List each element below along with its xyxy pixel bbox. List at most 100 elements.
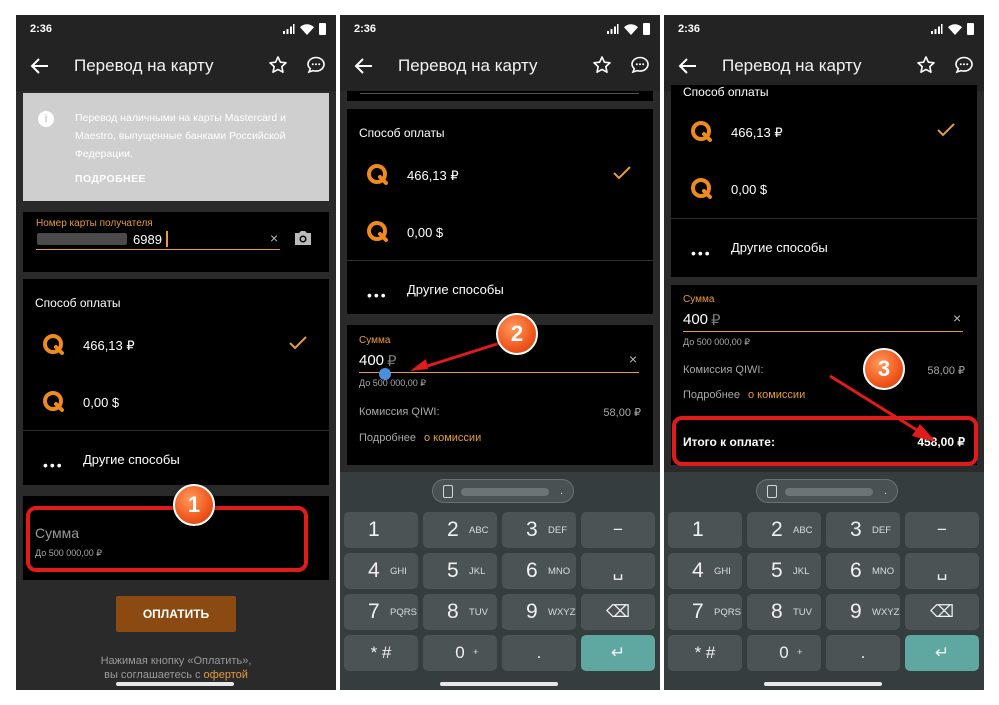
check-icon — [613, 166, 631, 180]
step-badge-2: 2 — [496, 313, 538, 355]
sum-limit: До 500 000,00 ₽ — [359, 378, 426, 388]
clear-icon[interactable]: × — [953, 310, 961, 326]
other-methods-label: Другие способы — [407, 282, 504, 297]
payment-option-usd[interactable]: 0,00 $ — [671, 160, 977, 217]
key-0[interactable]: 1 — [344, 512, 418, 548]
step-badge-3: 3 — [863, 348, 905, 390]
payment-option-rub[interactable]: 466,13 ₽ — [671, 103, 977, 160]
info-text: Перевод наличными на карты Mastercard и … — [75, 112, 287, 160]
key-15[interactable]: ↵ — [905, 635, 979, 671]
key-digit: 1 — [692, 518, 704, 541]
key-10[interactable]: 9 WXYZ — [826, 594, 900, 630]
info-more-link[interactable]: ПОДРОБНЕЕ — [75, 173, 146, 185]
key-9[interactable]: 8 TUV — [423, 594, 497, 630]
clipboard-suggestion[interactable]: . — [432, 479, 574, 503]
key-1[interactable]: 2 ABC — [423, 512, 497, 548]
key-2[interactable]: 3 DEF — [826, 512, 900, 548]
clipboard-dot: . — [559, 485, 563, 497]
payment-option-amount: 466,13 ₽ — [407, 168, 459, 183]
key-0[interactable]: 1 — [668, 512, 742, 548]
other-methods-row[interactable]: ••• Другие способы — [347, 261, 653, 318]
key-13[interactable]: 0 + — [423, 635, 497, 671]
key-5[interactable]: 5 JKL — [423, 553, 497, 589]
key-14[interactable]: . — [826, 635, 900, 671]
key-letters: TUV — [469, 607, 488, 618]
payment-option-rub[interactable]: 466,13 ₽ — [23, 316, 329, 373]
numeric-keyboard: . 1 2 ABC 3 DEF − 4 GHI 5 JKL 6 MNO ␣ 7 PQRS 8 TUV 9 WXYZ ⌫… — [664, 472, 984, 690]
chat-icon[interactable] — [630, 55, 650, 75]
key-7[interactable]: ␣ — [581, 553, 655, 589]
signal-icon — [607, 23, 619, 34]
key-13[interactable]: 0 + — [747, 635, 821, 671]
more-dots-icon: ••• — [367, 287, 388, 303]
key-9[interactable]: 8 TUV — [747, 594, 821, 630]
other-methods-row[interactable]: ••• Другие способы — [23, 431, 329, 488]
key-6[interactable]: 6 MNO — [502, 553, 576, 589]
key-digit: 9 — [526, 600, 538, 623]
key-letters: GHI — [390, 566, 407, 577]
payment-option-amount: 466,13 ₽ — [83, 338, 135, 353]
other-methods-row[interactable]: ••• Другие способы — [671, 219, 977, 276]
status-bar: 2:36 — [16, 15, 336, 41]
key-4[interactable]: 4 GHI — [668, 553, 742, 589]
battery-icon — [319, 23, 326, 35]
key-7[interactable]: ␣ — [905, 553, 979, 589]
key-1[interactable]: 2 ABC — [747, 512, 821, 548]
pay-button[interactable]: ОПЛАТИТЬ — [116, 596, 236, 632]
key-12[interactable]: * # — [668, 635, 742, 671]
wifi-icon — [300, 23, 314, 35]
payment-method-title: Способ оплаты — [35, 296, 121, 310]
sum-input[interactable]: 400 — [683, 311, 708, 328]
key-label: ↵ — [610, 643, 626, 662]
clear-icon[interactable]: × — [629, 351, 637, 367]
key-3[interactable]: − — [905, 512, 979, 548]
clipboard-icon — [767, 485, 777, 498]
payment-option-rub[interactable]: 466,13 ₽ — [347, 146, 653, 203]
back-arrow-icon[interactable] — [354, 56, 374, 76]
payment-option-usd[interactable]: 0,00 $ — [23, 373, 329, 430]
commission-link[interactable]: о комиссии — [424, 432, 481, 444]
key-8[interactable]: 7 PQRS — [668, 594, 742, 630]
key-6[interactable]: 6 MNO — [826, 553, 900, 589]
favorite-star-icon[interactable] — [916, 55, 936, 75]
key-5[interactable]: 5 JKL — [747, 553, 821, 589]
key-letters: MNO — [872, 566, 895, 577]
highlight-box-sum — [26, 506, 308, 572]
key-10[interactable]: 9 WXYZ — [502, 594, 576, 630]
key-label: ↵ — [934, 643, 950, 662]
numeric-keyboard: . 1 2 ABC 3 DEF − 4 GHI 5 JKL 6 MNO ␣ 7 PQRS 8 TUV 9 WXYZ ⌫… — [340, 472, 660, 690]
card-number-section: Номер карты получателя 6989 × — [23, 212, 329, 272]
camera-icon[interactable] — [293, 230, 313, 246]
chat-icon[interactable] — [306, 55, 326, 75]
offer-link[interactable]: офертой — [204, 669, 248, 681]
divider — [360, 93, 639, 94]
clear-icon[interactable]: × — [270, 230, 278, 246]
favorite-star-icon[interactable] — [592, 55, 612, 75]
key-14[interactable]: . — [502, 635, 576, 671]
disclaimer-line2: вы соглашаетесь с офертой — [16, 669, 336, 681]
check-icon — [937, 123, 955, 137]
key-11[interactable]: ⌫ — [905, 594, 979, 630]
key-15[interactable]: ↵ — [581, 635, 655, 671]
key-8[interactable]: 7 PQRS — [344, 594, 418, 630]
key-11[interactable]: ⌫ — [581, 594, 655, 630]
commission-label: Комиссия QIWI: — [683, 364, 764, 376]
key-3[interactable]: − — [581, 512, 655, 548]
payment-option-amount: 0,00 $ — [407, 225, 444, 240]
key-letters: TUV — [793, 607, 812, 618]
chat-icon[interactable] — [954, 55, 974, 75]
favorite-star-icon[interactable] — [268, 55, 288, 75]
key-4[interactable]: 4 GHI — [344, 553, 418, 589]
key-letters: ABC — [469, 525, 489, 536]
back-arrow-icon[interactable] — [678, 56, 698, 76]
payment-option-usd[interactable]: 0,00 $ — [347, 203, 653, 260]
key-2[interactable]: 3 DEF — [502, 512, 576, 548]
clipboard-suggestion[interactable]: . — [756, 479, 898, 503]
key-digit: 4 — [368, 559, 380, 582]
key-12[interactable]: * # — [344, 635, 418, 671]
back-arrow-icon[interactable] — [30, 56, 50, 76]
sum-input[interactable]: 400 — [359, 352, 384, 369]
sum-label: Сумма — [683, 294, 715, 305]
step-badge-1: 1 — [173, 484, 215, 526]
commission-link[interactable]: о комиссии — [748, 389, 805, 401]
